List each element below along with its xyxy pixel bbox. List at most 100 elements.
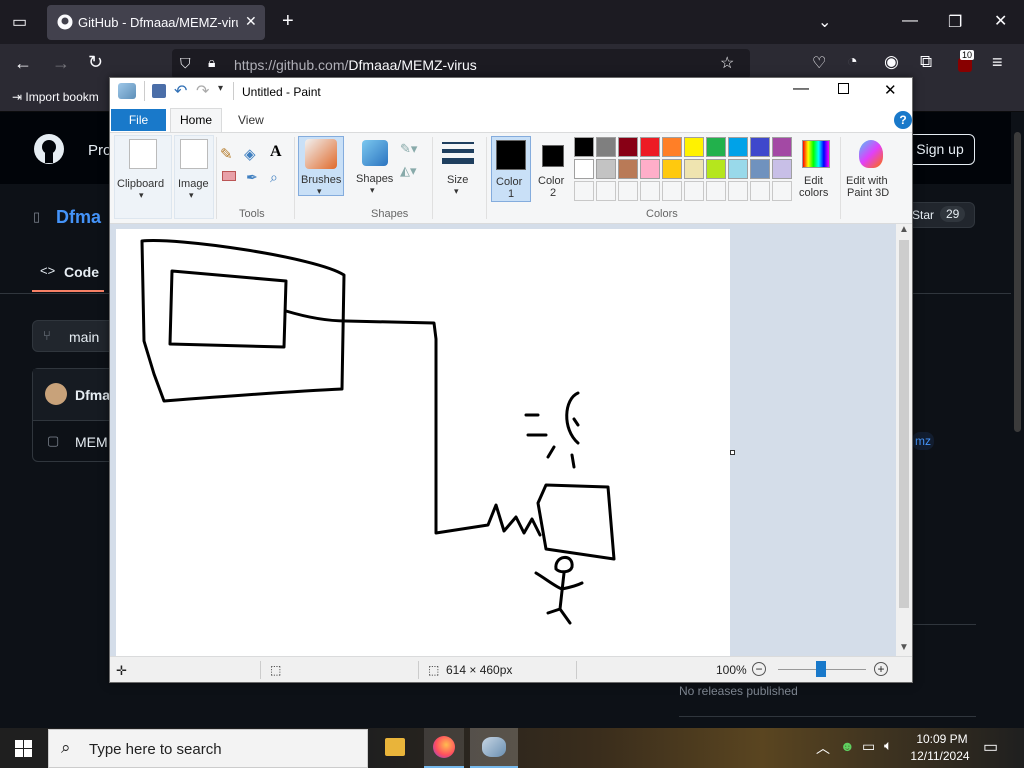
custom-color-slot[interactable] bbox=[728, 181, 748, 201]
image-button[interactable]: Image ▾ bbox=[174, 135, 214, 219]
tab-file[interactable]: File bbox=[111, 109, 166, 131]
edit-colors-button[interactable]: Edit colors bbox=[798, 136, 834, 202]
import-bookmarks-link[interactable]: ⇥ Import bookm bbox=[12, 90, 99, 104]
custom-color-slot[interactable] bbox=[662, 181, 682, 201]
firefox-taskbar-button[interactable] bbox=[424, 728, 464, 768]
color1-button[interactable]: Color 1 bbox=[491, 136, 531, 202]
color-picker-icon[interactable]: ✒ bbox=[246, 169, 258, 186]
notification-icon[interactable]: ▭ bbox=[983, 737, 998, 757]
palette-swatch[interactable] bbox=[772, 137, 792, 157]
network-icon[interactable]: ▭ bbox=[862, 738, 875, 755]
palette-swatch[interactable] bbox=[640, 159, 660, 179]
people-icon[interactable]: ☻ bbox=[840, 738, 855, 754]
save-icon[interactable] bbox=[152, 84, 166, 98]
edit-with-paint3d-button[interactable]: Edit with Paint 3D bbox=[846, 136, 896, 202]
url-text[interactable]: https://github.com/Dfmaaa/MEMZ-virus bbox=[234, 57, 477, 73]
eraser-icon[interactable] bbox=[222, 171, 236, 181]
resize-handle[interactable] bbox=[730, 450, 735, 455]
fill-shape-icon[interactable]: ◭▾ bbox=[400, 163, 417, 179]
palette-swatch[interactable] bbox=[640, 137, 660, 157]
restore-icon[interactable]: ❐ bbox=[948, 12, 962, 32]
avatar[interactable] bbox=[45, 383, 67, 405]
palette-swatch[interactable] bbox=[772, 159, 792, 179]
brushes-button[interactable]: Brushes ▾ bbox=[298, 136, 344, 196]
close-tab-icon[interactable]: ✕ bbox=[245, 13, 257, 30]
ublock-icon[interactable]: 10 bbox=[958, 50, 976, 72]
quick-access-dropdown-icon[interactable]: ▾ bbox=[218, 83, 223, 94]
fill-icon[interactable]: ◈ bbox=[244, 145, 256, 163]
zoom-out-icon[interactable]: − bbox=[752, 662, 766, 676]
file-name[interactable]: MEM bbox=[75, 434, 108, 450]
scrollbar-thumb[interactable] bbox=[899, 240, 909, 608]
palette-swatch[interactable] bbox=[596, 137, 616, 157]
text-tool-icon[interactable]: A bbox=[270, 143, 282, 161]
bookmark-star-icon[interactable]: ☆ bbox=[720, 53, 734, 73]
file-explorer-icon[interactable] bbox=[385, 738, 405, 756]
zoom-slider-thumb[interactable] bbox=[816, 661, 826, 677]
commit-author[interactable]: Dfma bbox=[75, 387, 110, 403]
clock-time[interactable]: 10:09 PM bbox=[912, 732, 972, 746]
palette-swatch[interactable] bbox=[706, 159, 726, 179]
topic-tag[interactable]: mz bbox=[912, 432, 934, 450]
minimize-icon[interactable]: — bbox=[902, 12, 918, 30]
size-button[interactable]: Size ▾ bbox=[440, 139, 476, 199]
palette-swatch[interactable] bbox=[662, 137, 682, 157]
custom-color-slot[interactable] bbox=[596, 181, 616, 201]
star-button[interactable]: Star 29 bbox=[905, 202, 975, 228]
github-logo-icon[interactable] bbox=[33, 133, 65, 165]
palette-swatch[interactable] bbox=[618, 137, 638, 157]
custom-color-slot[interactable] bbox=[750, 181, 770, 201]
page-scrollbar[interactable] bbox=[1011, 112, 1024, 728]
magnifier-icon[interactable]: ⌕ bbox=[270, 169, 278, 186]
paint-taskbar-button[interactable] bbox=[470, 728, 518, 768]
custom-color-slot[interactable] bbox=[574, 181, 594, 201]
lock-icon[interactable]: 🔒︎ bbox=[208, 54, 215, 71]
sign-up-button[interactable]: Sign up bbox=[905, 134, 975, 165]
clipboard-button[interactable]: Clipboard ▾ bbox=[114, 135, 172, 219]
palette-swatch[interactable] bbox=[574, 137, 594, 157]
branch-selector[interactable]: ⑂ main bbox=[32, 320, 118, 352]
product-menu[interactable]: Pro bbox=[88, 142, 111, 159]
sync-icon[interactable]: ◔ bbox=[847, 51, 858, 72]
palette-swatch[interactable] bbox=[706, 137, 726, 157]
custom-color-slot[interactable] bbox=[640, 181, 660, 201]
palette-swatch[interactable] bbox=[596, 159, 616, 179]
clock-date[interactable]: 12/11/2024 bbox=[908, 749, 972, 763]
palette-swatch[interactable] bbox=[750, 137, 770, 157]
close-window-icon[interactable]: ✕ bbox=[994, 11, 1007, 31]
palette-swatch[interactable] bbox=[750, 159, 770, 179]
custom-color-slot[interactable] bbox=[684, 181, 704, 201]
volume-icon[interactable]: 🔈︎ bbox=[884, 737, 892, 754]
palette-swatch[interactable] bbox=[618, 159, 638, 179]
shield-icon[interactable]: ⛉ bbox=[180, 55, 191, 72]
forward-icon[interactable]: → bbox=[52, 53, 70, 74]
back-icon[interactable]: ← bbox=[14, 53, 32, 74]
redo-icon[interactable]: ↷ bbox=[196, 81, 209, 101]
palette-swatch[interactable] bbox=[728, 137, 748, 157]
pencil-icon[interactable]: ✎ bbox=[220, 145, 233, 163]
palette-swatch[interactable] bbox=[684, 137, 704, 157]
palette-swatch[interactable] bbox=[684, 159, 704, 179]
minimize-icon[interactable]: — bbox=[793, 80, 809, 98]
custom-color-slot[interactable] bbox=[772, 181, 792, 201]
palette-swatch[interactable] bbox=[574, 159, 594, 179]
custom-color-slot[interactable] bbox=[706, 181, 726, 201]
taskbar-search-box[interactable]: ⌕ Type here to search bbox=[48, 729, 368, 768]
repo-owner-link[interactable]: Dfma bbox=[56, 207, 101, 228]
outline-icon[interactable]: ✎▾ bbox=[400, 141, 417, 157]
undo-icon[interactable]: ↶ bbox=[174, 81, 187, 101]
palette-swatch[interactable] bbox=[662, 159, 682, 179]
paint-app-icon[interactable] bbox=[118, 83, 136, 99]
tab-code[interactable]: Code bbox=[64, 264, 99, 280]
menu-icon[interactable]: ≡ bbox=[992, 52, 1003, 73]
custom-color-slot[interactable] bbox=[618, 181, 638, 201]
palette-swatch[interactable] bbox=[728, 159, 748, 179]
reload-icon[interactable]: ↻ bbox=[88, 52, 103, 73]
tab-home[interactable]: Home bbox=[170, 108, 222, 132]
account-icon[interactable]: ◉ bbox=[884, 52, 899, 72]
close-icon[interactable]: ✕ bbox=[884, 81, 897, 99]
drawing-canvas[interactable] bbox=[116, 229, 730, 656]
help-icon[interactable]: ? bbox=[894, 111, 912, 129]
tab-view[interactable]: View bbox=[238, 113, 264, 127]
color2-button[interactable]: Color 2 bbox=[536, 136, 570, 202]
